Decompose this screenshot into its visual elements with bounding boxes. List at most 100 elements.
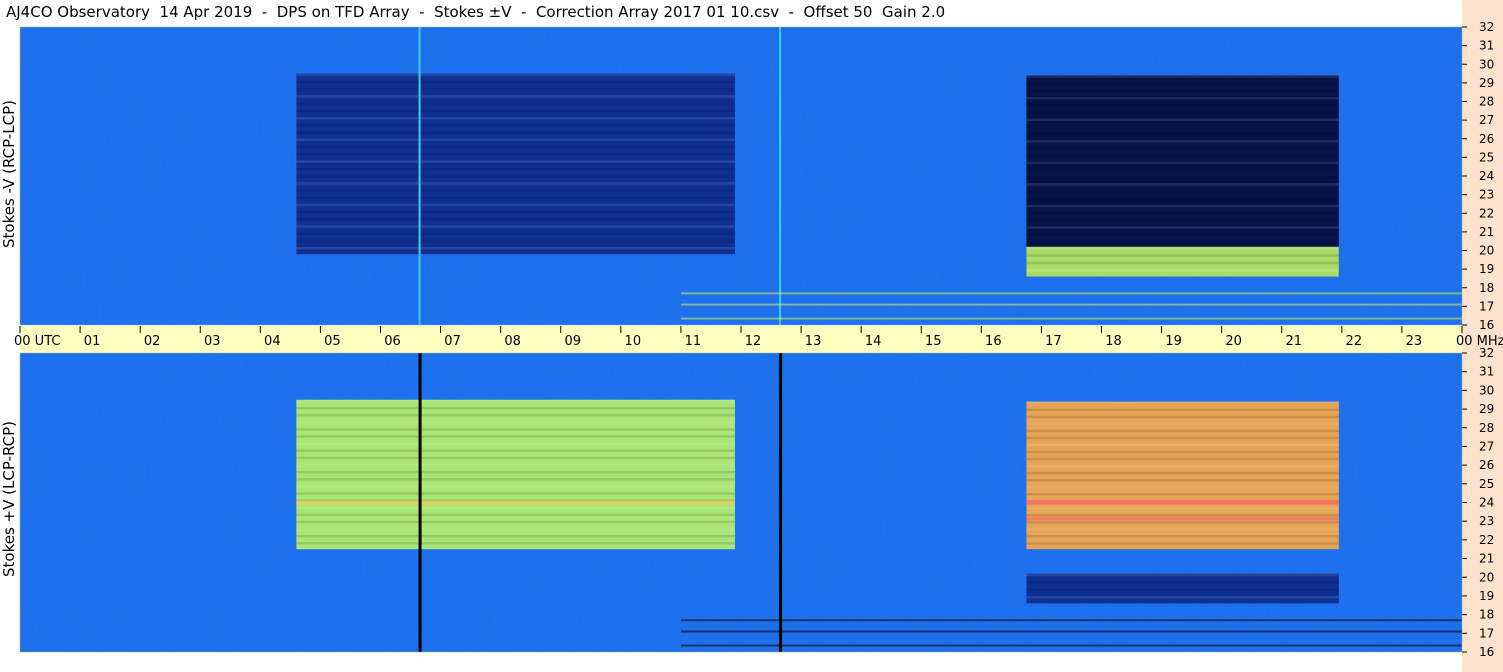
time-tick-label: 03 — [204, 334, 221, 349]
interference-streak — [680, 303, 1462, 306]
frequency-tick-label: 23 — [1479, 188, 1494, 202]
feature-stripe — [296, 506, 735, 509]
hot-stripe — [1026, 517, 1339, 521]
feature-stripe — [296, 449, 735, 453]
feature-stripe — [1026, 450, 1339, 454]
feature-stripe — [1026, 204, 1339, 208]
feature-stripe — [296, 153, 735, 156]
frequency-tick-label: 30 — [1479, 383, 1494, 397]
feature-stripe — [296, 456, 735, 460]
time-tick-label: 06 — [384, 334, 401, 349]
feature-stripe — [296, 189, 735, 192]
feature-stripe — [1026, 507, 1339, 510]
feature-stripe — [1026, 190, 1339, 193]
feature-stripe — [296, 435, 735, 438]
feature-stripe — [296, 399, 735, 403]
frequency-tick-label: 27 — [1479, 439, 1494, 453]
time-tick-label: 16 — [985, 334, 1002, 349]
feature-stripe — [1026, 595, 1339, 599]
feature-stripe — [296, 542, 735, 545]
time-tick-label: 10 — [625, 334, 642, 349]
frequency-tick-label: 31 — [1479, 39, 1494, 53]
feature-stripe — [296, 513, 735, 517]
time-tick-label: 08 — [504, 334, 521, 349]
feature-stripe — [296, 88, 735, 91]
vertical-line — [418, 27, 421, 325]
feature-stripe — [296, 73, 735, 77]
feature-stripe — [296, 160, 735, 163]
hot-stripe — [296, 500, 735, 505]
interference-streak — [680, 644, 1462, 647]
feature-stripe — [296, 167, 735, 171]
feature-stripe — [296, 232, 735, 236]
feature-stripe — [1026, 588, 1339, 592]
feature-stripe — [296, 109, 735, 113]
feature-stripe — [1026, 254, 1339, 257]
feature-stripe — [296, 174, 735, 178]
feature-stripe — [1026, 514, 1339, 517]
frequency-tick-label: 19 — [1479, 589, 1494, 603]
feature-stripe — [1026, 422, 1339, 426]
feature-stripe — [1026, 269, 1339, 272]
hot-stripe — [1026, 500, 1339, 505]
feature-stripe — [296, 210, 735, 214]
frequency-tick-label: 32 — [1479, 346, 1494, 360]
feature-stripe — [296, 442, 735, 445]
feature-stripe — [1026, 176, 1339, 179]
frequency-tick-label: 24 — [1479, 496, 1494, 510]
time-tick-label: 01 — [84, 334, 101, 349]
feature-stripe — [1026, 261, 1339, 265]
feature-stripe — [1026, 401, 1339, 405]
time-tick-label: 22 — [1346, 334, 1363, 349]
time-tick-label: 11 — [685, 334, 702, 349]
feature-stripe — [1026, 183, 1339, 186]
frequency-tick-label: 31 — [1479, 365, 1494, 379]
time-tick-label: 17 — [1045, 334, 1062, 349]
bottom-panel: 16 17 18 19 20 21 22 23 24 25 26 27 28 29 30 31 32 — [19, 346, 1494, 659]
feature-stripe — [1026, 219, 1339, 222]
frequency-tick-label: 23 — [1479, 514, 1494, 528]
frequency-tick-label: 19 — [1479, 262, 1494, 276]
interference-streak — [680, 317, 1462, 320]
frequency-tick-label: 27 — [1479, 113, 1494, 127]
frequency-tick-label: 17 — [1479, 626, 1494, 640]
feature-stripe — [1026, 147, 1339, 150]
feature-stripe — [1026, 233, 1339, 236]
frequency-tick-label: 26 — [1479, 458, 1494, 472]
time-tick-label: 18 — [1105, 334, 1122, 349]
feature-stripe — [296, 485, 735, 488]
feature-stripe — [1026, 443, 1339, 447]
feature-stripe — [296, 196, 735, 199]
feature-stripe — [296, 520, 735, 524]
feature-stripe — [1026, 485, 1339, 489]
feature-stripe — [1026, 528, 1339, 531]
feature-stripe — [296, 95, 735, 98]
spectrogram-chart: 16 17 18 19 20 21 22 23 24 25 26 27 28 29 30 31 32 00 UT… — [14, 20, 1503, 659]
feature-stripe — [296, 239, 735, 243]
feature-stripe — [1026, 521, 1339, 524]
feature-stripe — [1026, 478, 1339, 482]
frequency-tick-label: 20 — [1479, 244, 1494, 258]
time-tick-label: 21 — [1285, 334, 1302, 349]
frequency-tick-label: 30 — [1479, 57, 1494, 71]
feature-stripe — [1026, 429, 1339, 433]
feature-stripe — [296, 478, 735, 481]
feature-stripe — [1026, 168, 1339, 172]
frequency-tick-label: 20 — [1479, 570, 1494, 584]
feature-stripe — [1026, 161, 1339, 165]
feature-stripe — [1026, 104, 1339, 107]
feature-stripe — [1026, 211, 1339, 215]
feature-stripe — [1026, 492, 1339, 496]
feature-stripe — [1026, 471, 1339, 475]
feature-stripe — [296, 421, 735, 424]
feature-stripe — [1026, 111, 1339, 114]
feature-stripe — [296, 470, 735, 474]
time-tick-label: 13 — [805, 334, 822, 349]
frequency-tick-label: 25 — [1479, 150, 1494, 164]
frequency-tick-label: 32 — [1479, 20, 1494, 34]
feature-stripe — [296, 463, 735, 467]
frequency-tick-label: 28 — [1479, 95, 1494, 109]
frequency-tick-label: 16 — [1479, 318, 1494, 332]
time-tick-label: 19 — [1165, 334, 1182, 349]
time-tick-label: 14 — [865, 334, 882, 349]
